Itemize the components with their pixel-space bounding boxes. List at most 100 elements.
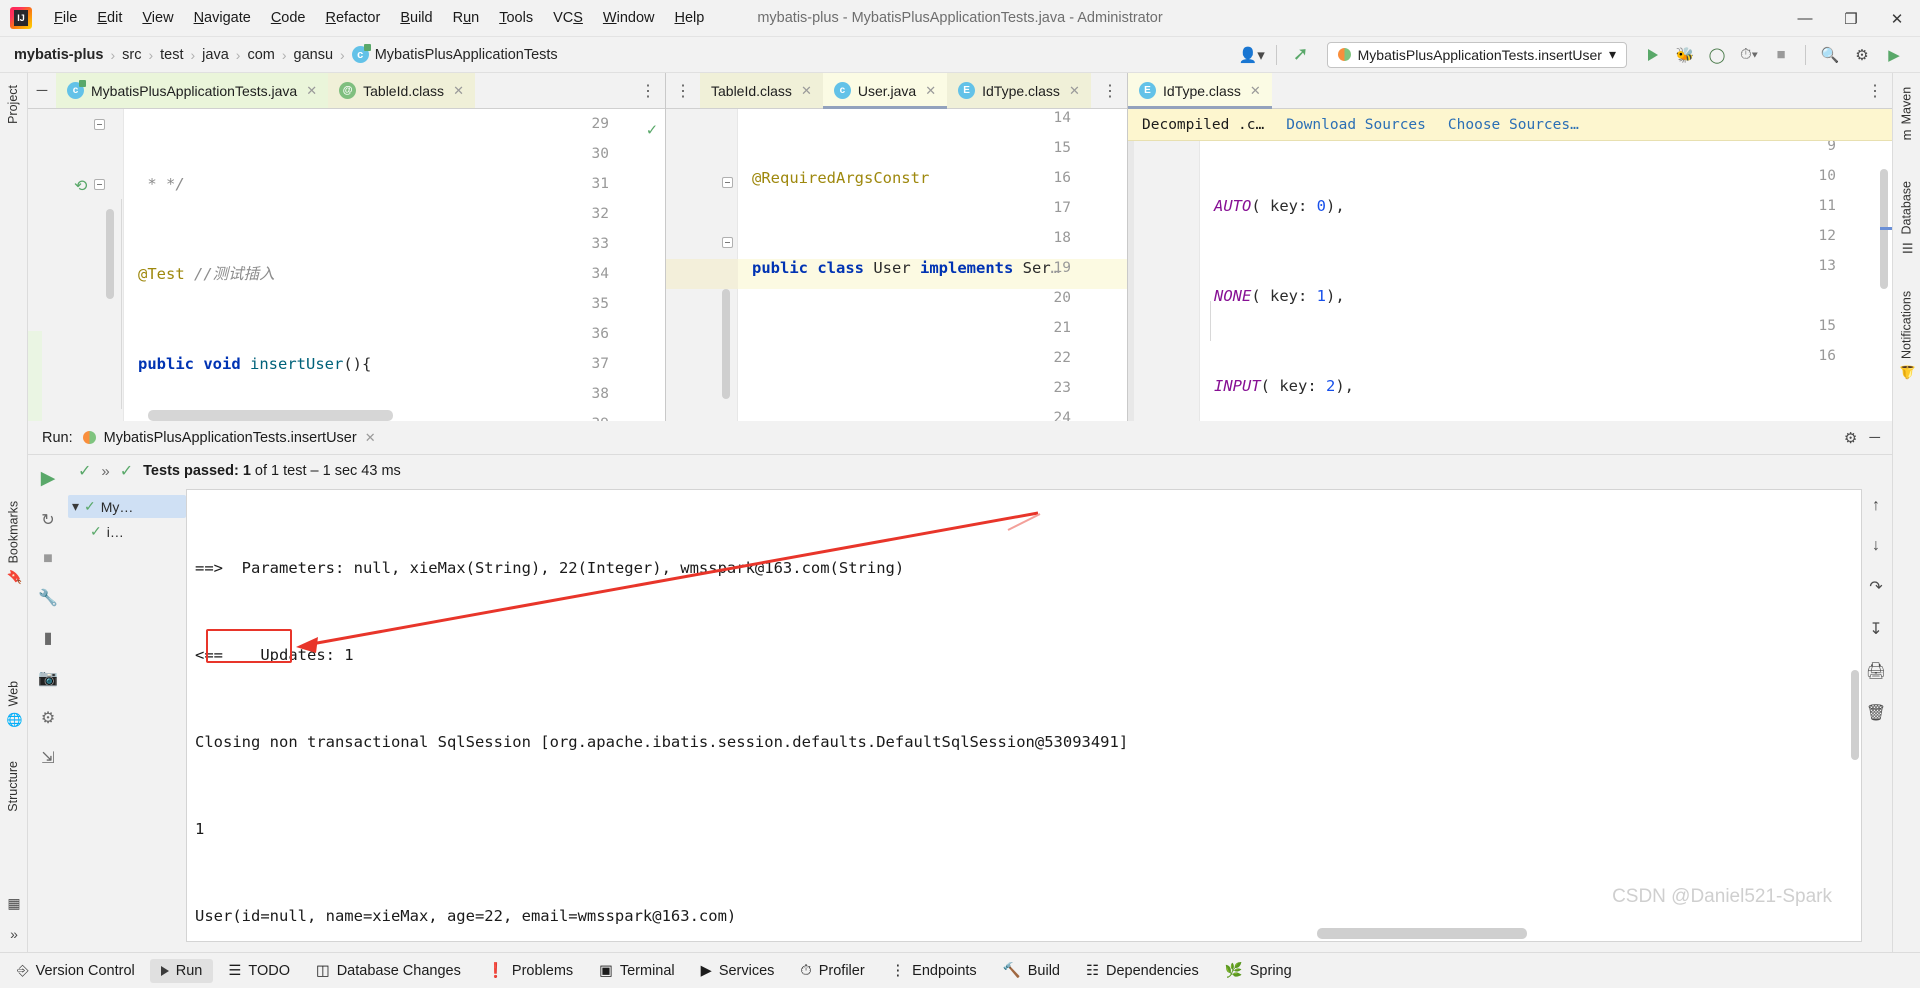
menu-vcs[interactable]: VCS [543,6,593,30]
stop-icon[interactable]: ■ [43,550,53,568]
stop-icon[interactable]: ■ [1767,41,1795,69]
breadcrumb-java[interactable]: java [202,47,229,63]
menu-edit[interactable]: Edit [87,6,132,30]
gutter-scrollbar[interactable] [106,209,114,299]
arrow-down-icon[interactable]: ↓ [1872,537,1880,555]
breadcrumb-src[interactable]: src [122,47,141,63]
status-item-build[interactable]: 🔨 Build [992,958,1071,983]
gear-icon[interactable]: ⚙ [1844,429,1857,447]
rerun-icon[interactable]: ▶ [41,467,56,490]
tab-idtype-class-active[interactable]: E IdType.class ✕ [1128,73,1272,109]
tab-close-icon[interactable]: ✕ [306,83,317,99]
minimize-button[interactable]: — [1782,0,1828,37]
sidebar-item-database[interactable]: ☰ Database [1895,173,1918,263]
chevrons-icon[interactable]: » [101,463,109,480]
status-item-problems[interactable]: ❗ Problems [476,958,584,983]
arrow-up-icon[interactable]: ↑ [1872,497,1880,515]
fold-marker[interactable] [722,237,733,248]
build-hammer-icon[interactable]: ➚ [1287,41,1315,69]
breadcrumb-project[interactable]: mybatis-plus [14,47,103,63]
tab-overflow-icon-2[interactable]: ⋮ [1093,73,1127,108]
menu-view[interactable]: View [132,6,183,30]
test-tree-root[interactable]: ▾ ✓ My… [68,495,186,518]
editor-gutter-right[interactable] [1128,141,1200,421]
settings-gear-icon[interactable]: ⚙ [1848,41,1876,69]
console-output[interactable]: ==> Parameters: null, xieMax(String), 22… [186,489,1862,942]
menu-navigate[interactable]: Navigate [184,6,261,30]
debug-icon[interactable]: 🐝 [1671,41,1699,69]
download-sources-link[interactable]: Download Sources [1286,110,1426,140]
camera-icon[interactable]: 📷 [38,668,58,688]
tab-tableid-class-2[interactable]: TableId.class ✕ [700,73,823,108]
sidebar-item-structure[interactable]: Structure [2,753,24,820]
status-item-terminal[interactable]: ▣ Terminal [588,959,686,983]
profiler-icon[interactable]: ⏱▾ [1735,41,1763,69]
maximize-button[interactable]: ❐ [1828,0,1874,37]
editor-horizontal-scrollbar[interactable] [148,410,393,421]
code-editor-right[interactable]: Decompiled .c… Download Sources Choose S… [1128,109,1892,421]
more-icon[interactable]: » [10,926,18,942]
filter-icon[interactable]: ⚙ [41,708,55,728]
chevron-down-icon[interactable]: ▾ [72,498,79,515]
close-button[interactable]: ✕ [1874,0,1920,37]
fold-marker[interactable] [722,177,733,188]
run-configuration-selector[interactable]: MybatisPlusApplicationTests.insertUser ▾ [1326,41,1627,68]
sidebar-item-project[interactable]: Project [2,77,24,132]
tab-idtype-class[interactable]: E IdType.class ✕ [947,73,1091,108]
menu-code[interactable]: Code [261,6,316,30]
export-icon[interactable]: ⇲ [41,748,54,768]
menu-file[interactable]: File [44,6,87,30]
coverage-icon[interactable]: ◯ [1703,41,1731,69]
trash-icon[interactable]: 🗑 [1866,703,1886,723]
search-icon[interactable]: 🔍 [1816,41,1844,69]
status-item-dependencies[interactable]: ☷ Dependencies [1075,959,1210,983]
run-session-tab[interactable]: MybatisPlusApplicationTests.insertUser ✕ [82,430,376,446]
user-icon[interactable]: 👤▾ [1238,41,1266,69]
tab-close-icon[interactable]: ✕ [453,83,464,99]
square-icon[interactable]: ▮ [44,628,53,648]
breadcrumb-test[interactable]: test [160,47,183,63]
grid-icon[interactable]: ▦ [7,895,20,912]
run-tab-close-icon[interactable]: ✕ [365,430,376,446]
menu-help[interactable]: Help [664,6,714,30]
breadcrumb-gansu[interactable]: gansu [294,47,334,63]
choose-sources-link[interactable]: Choose Sources… [1448,110,1579,140]
status-item-spring[interactable]: 🌿 Spring [1214,958,1303,983]
breadcrumb-class[interactable]: c MybatisPlusApplicationTests [351,44,558,63]
collapse-icon[interactable]: ─ [28,73,56,108]
status-item-database-changes[interactable]: ◫ Database Changes [305,959,472,983]
fold-marker[interactable] [94,179,105,190]
tab-close-icon[interactable]: ✕ [1250,83,1261,99]
menu-tools[interactable]: Tools [489,6,543,30]
tab-tableid-class[interactable]: @ TableId.class ✕ [328,73,475,108]
tab-overflow-icon[interactable]: ⋮ [631,73,665,108]
tab-overflow-icon[interactable]: ⋮ [666,73,700,108]
wrench-icon[interactable]: 🔧 [38,588,58,608]
test-tree-child[interactable]: ✓ i… [68,518,186,543]
sidebar-item-bookmarks[interactable]: 🔖 Bookmarks [2,493,25,592]
tab-overflow-icon[interactable]: ⋮ [1858,73,1892,108]
run-icon[interactable] [1639,41,1667,69]
sidebar-item-web[interactable]: 🌐 Web [2,673,25,735]
tab-close-icon[interactable]: ✕ [801,83,812,99]
status-item-services[interactable]: ▶ Services [690,959,786,983]
breadcrumb-com[interactable]: com [247,47,274,63]
updates-icon[interactable]: ▶ [1880,41,1908,69]
sidebar-item-maven[interactable]: m Maven [1895,79,1918,148]
gutter-scrollbar[interactable] [722,289,730,399]
tab-close-icon[interactable]: ✕ [1069,83,1080,99]
tab-close-icon[interactable]: ✕ [925,83,936,99]
status-item-version-control[interactable]: ⎆ Version Control [6,959,146,983]
status-item-run[interactable]: Run [149,958,214,983]
code-editor-mid[interactable]: ✓ 14 15 16 17 18 19 20 21 22 23 24 @Requ… [666,109,1127,421]
soft-wrap-icon[interactable]: ↷ [1869,577,1882,597]
status-item-profiler[interactable]: ⏱ Profiler [789,959,875,983]
console-horizontal-scrollbar[interactable] [1317,928,1527,939]
tab-user-java[interactable]: c User.java ✕ [822,73,948,109]
code-editor-left[interactable]: ✓ ⟲ 29 30 31 32 33 34 35 36 37 38 39 [28,109,665,421]
sidebar-item-notifications[interactable]: 🔔 Notifications [1895,283,1918,388]
console-vertical-scrollbar[interactable] [1851,670,1859,760]
print-icon[interactable]: 🖨 [1866,661,1886,681]
menu-refactor[interactable]: Refactor [316,6,391,30]
tab-mybatisplusapplicationtests[interactable]: c MybatisPlusApplicationTests.java ✕ [56,73,329,108]
